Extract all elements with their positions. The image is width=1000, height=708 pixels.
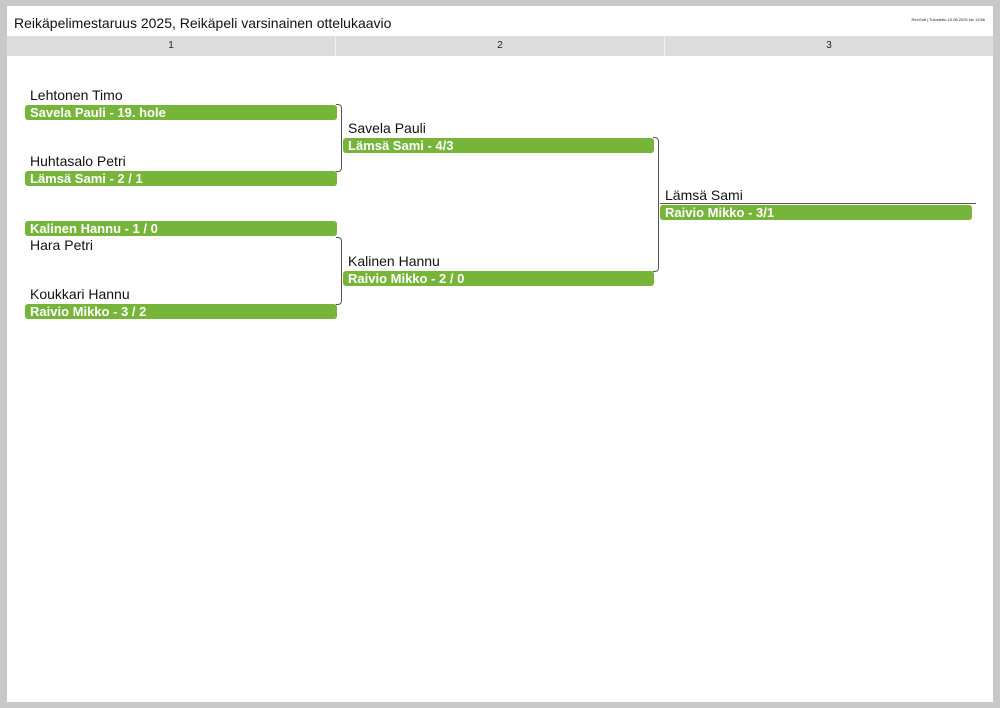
r3-final-player[interactable]: Lämsä Sami <box>665 187 743 203</box>
final-line <box>660 203 976 204</box>
r2-m2-winner[interactable]: Raivio Mikko - 2 / 0 <box>343 271 654 286</box>
r1-upper-connector <box>336 104 342 172</box>
r1-m2-winner[interactable]: Lämsä Sami - 2 / 1 <box>25 171 337 186</box>
r1-m1-player[interactable]: Lehtonen Timo <box>30 87 123 103</box>
r2-connector <box>653 137 659 272</box>
round-2-header: 2 <box>335 36 664 56</box>
r2-m2-player[interactable]: Kalinen Hannu <box>348 253 440 269</box>
r2-m1-winner[interactable]: Lämsä Sami - 4/3 <box>343 138 654 153</box>
round-header-bar: 1 2 3 <box>7 36 993 56</box>
round-1-header: 1 <box>168 40 174 51</box>
r1-m3-player[interactable]: Hara Petri <box>30 237 93 253</box>
r1-lower-connector <box>336 237 342 305</box>
r1-m1-winner[interactable]: Savela Pauli - 19. hole <box>25 105 337 120</box>
bracket-page: Reikäpelimestaruus 2025, Reikäpeli varsi… <box>7 6 993 702</box>
r1-m4-player[interactable]: Koukkari Hannu <box>30 286 130 302</box>
r1-m4-winner[interactable]: Raivio Mikko - 3 / 2 <box>25 304 337 319</box>
print-stamp: RevGolf | Tulostettu 10.08.2025 klo 13:5… <box>911 17 985 22</box>
r1-m2-player[interactable]: Huhtasalo Petri <box>30 153 126 169</box>
r3-final-winner[interactable]: Raivio Mikko - 3/1 <box>660 205 972 220</box>
r1-m3-winner[interactable]: Kalinen Hannu - 1 / 0 <box>25 221 337 236</box>
round-3-header: 3 <box>664 36 993 56</box>
page-title: Reikäpelimestaruus 2025, Reikäpeli varsi… <box>14 15 392 31</box>
r2-m1-player[interactable]: Savela Pauli <box>348 120 426 136</box>
